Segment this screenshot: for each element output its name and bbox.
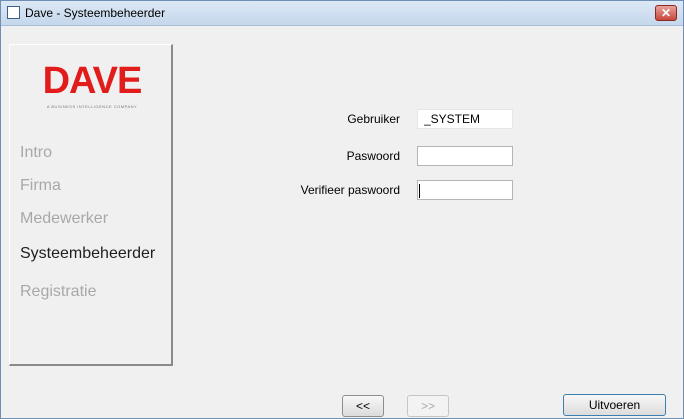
- dave-logo: DAVE A BUSINESS INTELLIGENCE COMPANY: [37, 60, 147, 109]
- user-field[interactable]: [417, 109, 513, 129]
- close-icon: ✕: [660, 6, 672, 20]
- user-label: Gebruiker: [347, 112, 400, 126]
- window-title: Dave - Systeembeheerder: [25, 6, 166, 20]
- window-icon: [7, 6, 20, 19]
- step-medewerker: Medewerker: [20, 210, 109, 227]
- verify-password-label: Verifieer paswoord: [300, 183, 400, 197]
- verify-password-field[interactable]: [417, 180, 513, 200]
- password-label: Paswoord: [346, 149, 400, 163]
- password-field[interactable]: [417, 146, 513, 166]
- close-button[interactable]: ✕: [655, 5, 677, 21]
- next-button[interactable]: >>: [407, 395, 449, 417]
- logo-wordmark: DAVE: [42, 60, 143, 102]
- execute-button[interactable]: Uitvoeren: [563, 394, 666, 416]
- step-systeembeheerder: Systeembeheerder: [20, 245, 156, 262]
- text-cursor: [419, 184, 420, 198]
- step-firma: Firma: [20, 177, 61, 194]
- step-intro: Intro: [20, 144, 53, 161]
- setup-window: Dave - Systeembeheerder ✕ DAVE A BUSINES…: [0, 0, 684, 419]
- step-registratie: Registratie: [20, 283, 97, 300]
- back-button[interactable]: <<: [342, 395, 384, 417]
- logo-tagline: A BUSINESS INTELLIGENCE COMPANY: [46, 104, 138, 109]
- wizard-steps-panel: DAVE A BUSINESS INTELLIGENCE COMPANY Int…: [9, 44, 173, 366]
- title-bar[interactable]: Dave - Systeembeheerder ✕: [1, 1, 683, 26]
